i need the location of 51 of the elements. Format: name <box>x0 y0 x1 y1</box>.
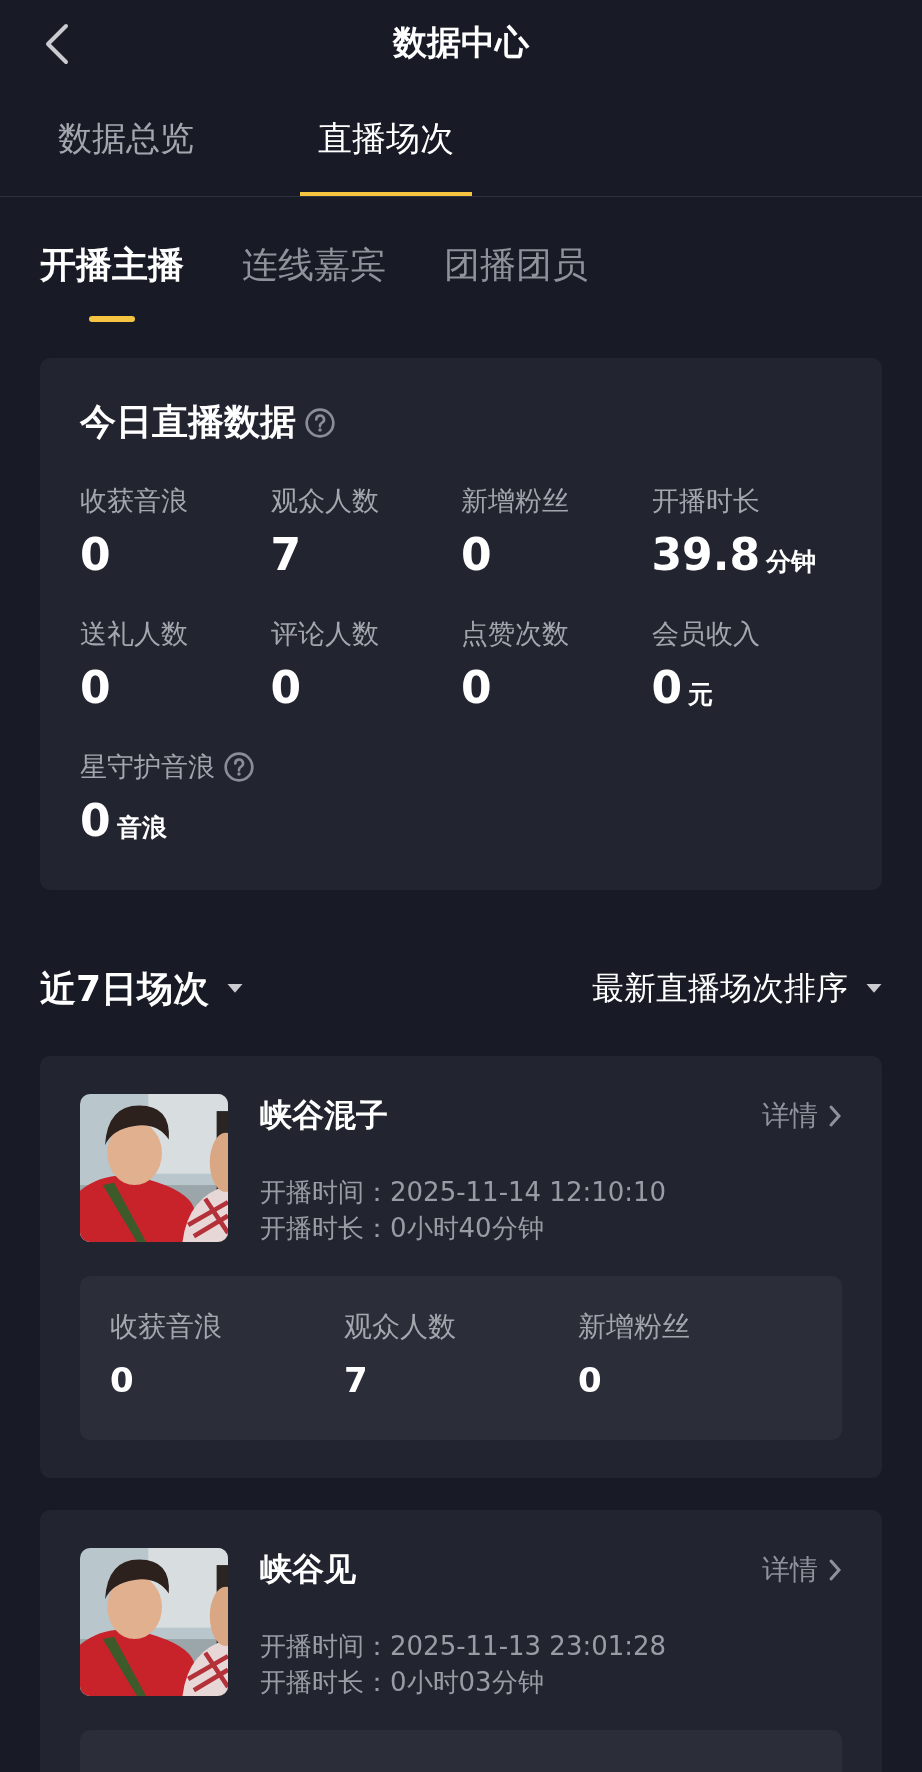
stat-label: 送礼人数 <box>80 617 188 651</box>
stat-label: 观众人数 <box>270 484 379 518</box>
details-link[interactable]: 详情 <box>762 1551 842 1589</box>
help-icon[interactable] <box>223 751 255 783</box>
stat-label: 观众人数 <box>344 1309 457 1345</box>
tab[interactable]: 直播场次 <box>300 86 472 196</box>
details-link[interactable]: 详情 <box>762 1097 842 1135</box>
stat-unit: 分钟 <box>766 546 817 578</box>
session-title: 峡谷见 <box>260 1549 356 1590</box>
stat-value: 0 <box>80 529 111 580</box>
duration: 开播时长：0小时40分钟 <box>260 1212 545 1245</box>
session-title: 峡谷混子 <box>260 1095 388 1136</box>
card-title: 今日直播数据 <box>80 400 296 444</box>
stat-label: 评论人数 <box>270 617 379 651</box>
stat-value: 0 <box>461 529 492 580</box>
start-time: 开播时间：2025-11-14 12:10:10 <box>260 1176 668 1209</box>
stat-value: 0 <box>270 662 302 713</box>
stat-value: 7 <box>344 1360 369 1400</box>
stat-unit: 元 <box>688 679 714 711</box>
stat-value: 0 <box>461 662 492 713</box>
start-time: 开播时间：2025-11-13 23:01:28 <box>260 1630 668 1663</box>
chevron-icon <box>828 1558 842 1582</box>
stat-value: 0 <box>80 795 111 846</box>
stat-value: 39.8 <box>651 529 761 580</box>
stat-label: 收获音浪 <box>110 1309 223 1345</box>
stat-unit: 音浪 <box>116 812 167 844</box>
sort-dropdown[interactable]: 最新直播场次排序 <box>592 967 848 1011</box>
tab[interactable]: 数据总览 <box>40 86 212 196</box>
sub-tab[interactable]: 连线嘉宾 <box>242 241 386 290</box>
stat-label: 收获音浪 <box>80 484 188 518</box>
stat-label: 会员收入 <box>651 617 760 651</box>
stat-label: 开播时长 <box>651 484 760 518</box>
stat-label: 星守护音浪 <box>80 750 215 784</box>
caret-icon <box>866 984 882 994</box>
page-title: 数据中心 <box>393 21 529 64</box>
stat-label: 新增粉丝 <box>461 484 569 518</box>
stat-value: 0 <box>651 662 683 713</box>
stat-label: 点赞次数 <box>461 617 569 651</box>
chevron-icon <box>828 1104 842 1128</box>
duration: 开播时长：0小时03分钟 <box>260 1666 545 1699</box>
sub-tab[interactable]: 团播团员 <box>444 241 588 290</box>
stat-value: 0 <box>110 1360 135 1400</box>
stat-value: 7 <box>270 529 302 580</box>
range-dropdown[interactable]: 近7日场次 <box>40 964 210 1014</box>
stat-label: 新增粉丝 <box>578 1309 691 1345</box>
tab-indicator <box>89 316 135 322</box>
caret-icon <box>227 984 244 994</box>
help-icon[interactable] <box>304 406 336 439</box>
stat-value: 0 <box>80 662 111 713</box>
sub-tab[interactable]: 开播主播 <box>40 241 184 290</box>
stat-value: 0 <box>578 1360 603 1400</box>
